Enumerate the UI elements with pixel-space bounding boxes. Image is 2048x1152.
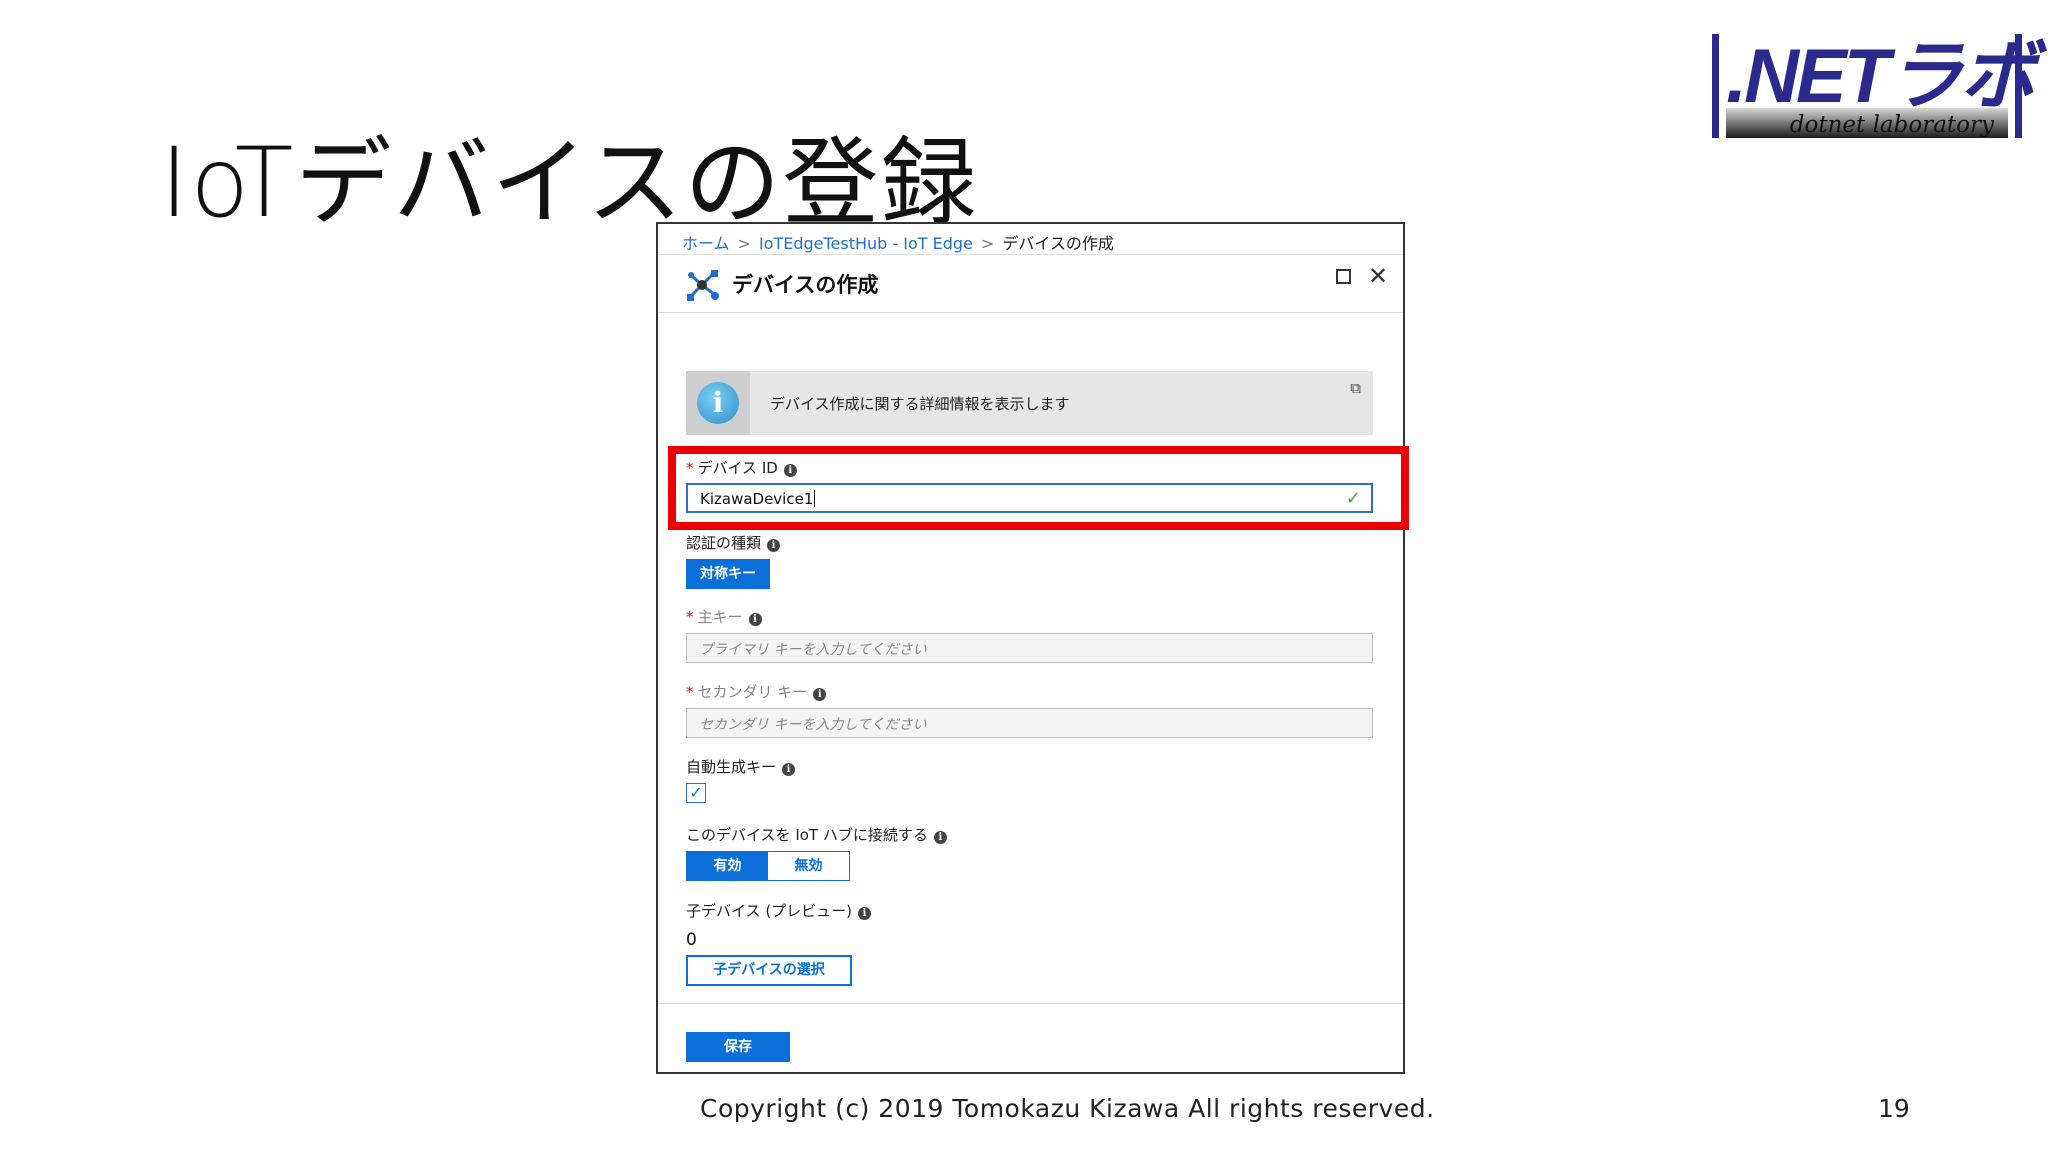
child-devices-label: 子デバイス (プレビュー) i xyxy=(686,900,872,921)
info-dot-icon[interactable]: i xyxy=(782,763,796,776)
auth-type-symmetric-key-button[interactable]: 対称キー xyxy=(686,559,770,589)
auto-generate-label: 自動生成キー i xyxy=(686,756,796,777)
page-number: 19 xyxy=(1878,1094,1910,1123)
auth-type-label: 認証の種類 i xyxy=(686,532,781,553)
create-device-panel: ホーム > IoTEdgeTestHub - IoT Edge > デバイスの作成 デバ… xyxy=(656,222,1409,1074)
info-banner[interactable]: i デバイス作成に関する詳細情報を表示します ⧉ xyxy=(686,371,1373,435)
auto-generate-checkbox[interactable]: ✓ xyxy=(686,783,706,803)
primary-key-label: * 主キー i xyxy=(686,606,762,627)
breadcrumb-iot-hub[interactable]: IoTEdgeTestHub - IoT Edge xyxy=(759,234,973,253)
device-network-icon xyxy=(687,270,719,301)
toggle-disable-button[interactable]: 無効 xyxy=(768,852,849,880)
primary-key-input[interactable]: プライマリ キーを入力してください xyxy=(686,633,1373,663)
close-icon[interactable]: ✕ xyxy=(1365,263,1391,289)
panel-header: デバイスの作成 ✕ xyxy=(658,255,1403,313)
copyright-text: Copyright (c) 2019 Tomokazu Kizawa All r… xyxy=(700,1094,1435,1123)
required-mark: * xyxy=(686,459,694,477)
secondary-key-input[interactable]: セカンダリ キーを入力してください xyxy=(686,708,1373,738)
maximize-icon[interactable] xyxy=(1336,269,1351,284)
info-dot-icon[interactable]: i xyxy=(933,831,947,844)
device-id-input[interactable]: KizawaDevice1 ✓ xyxy=(686,483,1373,513)
info-banner-text: デバイス作成に関する詳細情報を表示します xyxy=(770,395,1070,413)
breadcrumb: ホーム > IoTEdgeTestHub - IoT Edge > デバイスの作成 xyxy=(682,230,1114,254)
toggle-enable-button[interactable]: 有効 xyxy=(687,852,768,880)
logo-sub-text: dotnet laboratory xyxy=(1789,112,1994,138)
connect-hub-label: このデバイスを IoT ハブに接続する i xyxy=(686,824,947,845)
save-button[interactable]: 保存 xyxy=(686,1032,790,1062)
device-id-label: * デバイス ID i xyxy=(686,457,797,478)
footer-divider xyxy=(658,1003,1403,1004)
info-dot-icon[interactable]: i xyxy=(813,688,827,701)
dotnet-lab-logo: .NETラボ dotnet laboratory xyxy=(1712,34,2036,142)
info-icon-background: i xyxy=(686,371,750,435)
text-caret xyxy=(814,490,816,507)
info-dot-icon[interactable]: i xyxy=(783,464,797,477)
info-dot-icon[interactable]: i xyxy=(748,613,762,626)
valid-check-icon: ✓ xyxy=(1345,488,1361,509)
child-devices-count: 0 xyxy=(686,930,697,950)
device-id-value: KizawaDevice1 xyxy=(700,490,814,508)
breadcrumb-current: デバイスの作成 xyxy=(1002,234,1114,253)
info-dot-icon[interactable]: i xyxy=(767,539,781,552)
external-link-icon[interactable]: ⧉ xyxy=(1350,379,1361,397)
required-mark: * xyxy=(686,608,694,626)
connect-hub-toggle: 有効 無効 xyxy=(686,851,850,881)
info-icon: i xyxy=(697,382,739,424)
breadcrumb-home[interactable]: ホーム xyxy=(682,234,730,253)
panel-title: デバイスの作成 xyxy=(732,273,879,297)
logo-bar-left xyxy=(1712,34,1719,138)
breadcrumb-separator: > xyxy=(980,234,995,253)
required-mark: * xyxy=(686,683,694,701)
select-child-devices-button[interactable]: 子デバイスの選択 xyxy=(686,955,852,986)
info-dot-icon[interactable]: i xyxy=(858,907,872,920)
logo-bar-right xyxy=(2015,34,2022,138)
logo-main-text: .NETラボ xyxy=(1726,34,2036,119)
breadcrumb-separator: > xyxy=(737,234,751,253)
secondary-key-label: * セカンダリ キー i xyxy=(686,681,827,702)
